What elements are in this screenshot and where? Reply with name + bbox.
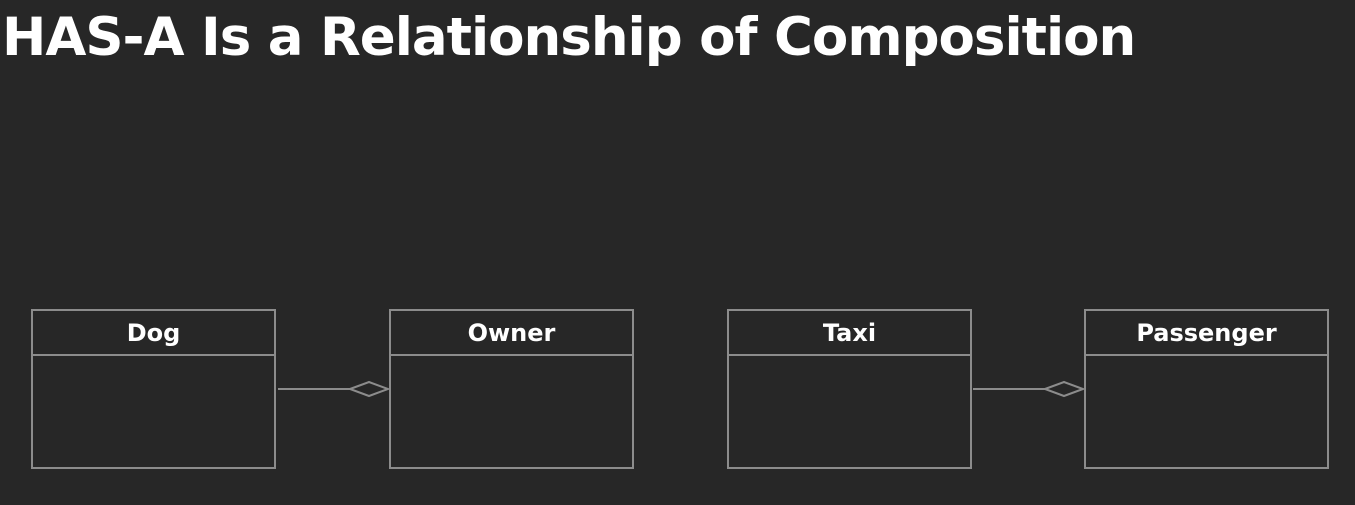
aggregation-diamond-icon: [1042, 380, 1086, 398]
uml-diagram: Dog Owner Taxi Passenger: [0, 0, 1355, 505]
class-name-taxi: Taxi: [729, 311, 970, 356]
class-body-owner: [391, 356, 632, 469]
class-name-owner: Owner: [391, 311, 632, 356]
class-name-dog: Dog: [33, 311, 274, 356]
class-name-passenger: Passenger: [1086, 311, 1327, 356]
class-body-passenger: [1086, 356, 1327, 469]
class-box-passenger: Passenger: [1084, 309, 1329, 469]
class-box-taxi: Taxi: [727, 309, 972, 469]
association-taxi-passenger: [973, 380, 1086, 398]
aggregation-diamond-icon: [347, 380, 391, 398]
class-box-owner: Owner: [389, 309, 634, 469]
class-body-taxi: [729, 356, 970, 469]
class-body-dog: [33, 356, 274, 469]
class-box-dog: Dog: [31, 309, 276, 469]
association-dog-owner: [278, 380, 391, 398]
